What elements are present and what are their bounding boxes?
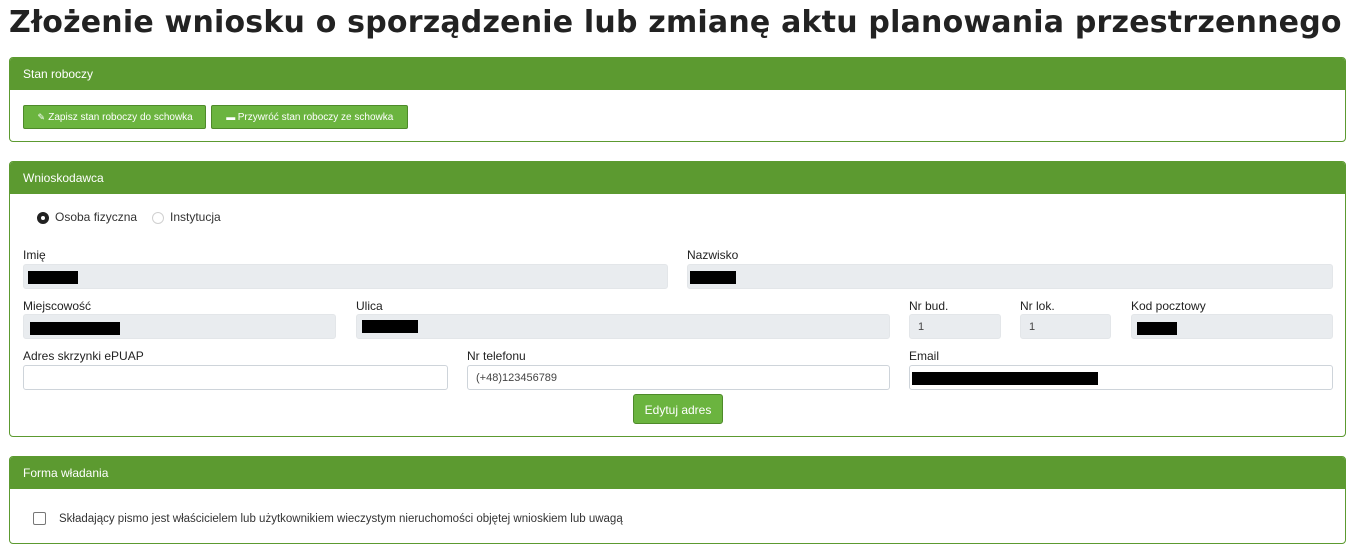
radio-institution-label: Instytucja [170, 210, 221, 224]
first-name-field [23, 264, 668, 289]
epuap-label: Adres skrzynki ePUAP [23, 349, 144, 363]
radio-institution[interactable] [152, 212, 164, 224]
ownership-card-header: Forma władania [10, 457, 1345, 489]
street-label: Ulica [356, 299, 383, 313]
restore-draft-label: Przywróć stan roboczy ze schowka [237, 112, 394, 123]
postal-code-label: Kod pocztowy [1131, 299, 1206, 313]
email-label: Email [909, 349, 940, 363]
email-input[interactable] [909, 365, 1333, 390]
redacted-value [1137, 322, 1177, 335]
applicant-card-header: Wnioskodawca [10, 162, 1345, 194]
draft-card: Stan roboczy ✎ Zapisz stan roboczy do sch… [9, 57, 1346, 142]
apartment-number-field: 1 [1020, 314, 1111, 339]
postal-code-field [1131, 314, 1333, 339]
building-number-label: Nr bud. [909, 299, 949, 313]
apartment-number-label: Nr lok. [1020, 299, 1055, 313]
phone-label: Nr telefonu [467, 349, 526, 363]
redacted-value [30, 322, 120, 335]
phone-input[interactable]: (+48)123456789 [467, 365, 890, 390]
city-field [23, 314, 336, 339]
epuap-input[interactable] [23, 365, 448, 390]
redacted-value [28, 271, 78, 284]
applicant-card: Wnioskodawca Osoba fizyczna Instytucja I… [9, 161, 1346, 437]
owner-checkbox[interactable] [33, 512, 46, 525]
edit-address-button[interactable]: Edytuj adres [633, 394, 723, 424]
save-draft-label: Zapisz stan roboczy do schowka [48, 112, 193, 123]
save-draft-button[interactable]: ✎ Zapisz stan roboczy do schowka [23, 105, 206, 129]
pencil-icon: ✎ [37, 112, 45, 122]
draft-card-header: Stan roboczy [10, 58, 1345, 90]
redacted-value [690, 271, 736, 284]
restore-draft-button[interactable]: ▬ Przywróć stan roboczy ze schowka [211, 105, 408, 129]
radio-person[interactable] [37, 212, 49, 224]
owner-checkbox-label: Składający pismo jest właścicielem lub u… [59, 513, 623, 525]
inbox-icon: ▬ [226, 112, 236, 122]
last-name-label: Nazwisko [687, 248, 739, 262]
redacted-value [362, 320, 418, 333]
street-field [356, 314, 890, 339]
redacted-value [912, 372, 1098, 385]
city-label: Miejscowość [23, 299, 92, 313]
radio-person-label: Osoba fizyczna [55, 210, 138, 224]
ownership-card: Forma władania Składający pismo jest wła… [9, 456, 1346, 544]
first-name-label: Imię [23, 248, 46, 262]
building-number-field: 1 [909, 314, 1001, 339]
page-title: Złożenie wniosku o sporządzenie lub zmia… [9, 5, 1342, 40]
last-name-field [687, 264, 1333, 289]
